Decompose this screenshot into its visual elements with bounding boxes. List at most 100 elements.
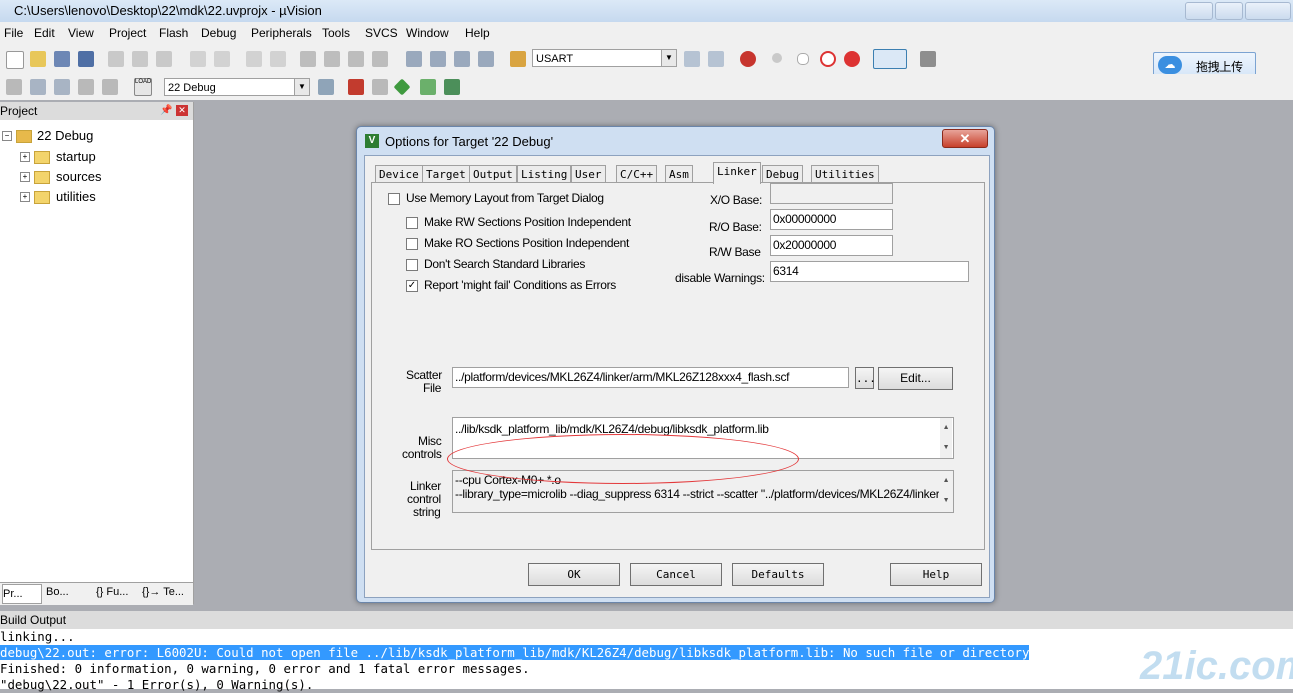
incremental-find-icon[interactable] — [708, 51, 724, 67]
configure-icon[interactable] — [920, 51, 936, 67]
tab-linker[interactable]: Linker — [713, 162, 761, 184]
find-combo[interactable]: USART ▼ — [532, 49, 677, 67]
stop-build-icon[interactable] — [102, 79, 118, 95]
maximize-button[interactable] — [1215, 2, 1243, 20]
download-icon[interactable]: LOAD — [134, 78, 152, 96]
tab-asm[interactable]: Asm — [665, 165, 693, 183]
tab-output[interactable]: Output — [469, 165, 517, 183]
group-utilities[interactable]: utilities — [56, 189, 96, 204]
new-file-icon[interactable] — [6, 51, 24, 69]
tab-debug[interactable]: Debug — [762, 165, 804, 183]
menu-edit[interactable]: Edit — [34, 26, 55, 40]
expand-icon[interactable]: + — [20, 192, 30, 202]
build-icon[interactable] — [30, 79, 46, 95]
expand-icon[interactable]: + — [20, 152, 30, 162]
open-folder-icon[interactable] — [30, 51, 46, 67]
nav-back-icon[interactable] — [246, 51, 262, 67]
undo-icon[interactable] — [190, 51, 206, 67]
tab-device[interactable]: Device — [375, 165, 423, 183]
menu-window[interactable]: Window — [406, 26, 449, 40]
bookmark-icon[interactable] — [300, 51, 316, 67]
expand-icon[interactable]: + — [20, 172, 30, 182]
help-button[interactable]: Help — [890, 563, 982, 586]
run-time-environment-icon[interactable] — [444, 79, 460, 95]
menu-view[interactable]: View — [68, 26, 94, 40]
pin-icon[interactable]: 📌 — [160, 102, 172, 120]
target-combo[interactable]: 22 Debug ▼ — [164, 78, 310, 96]
kill-all-breakpoints-icon[interactable] — [844, 51, 860, 67]
cancel-button[interactable]: Cancel — [630, 563, 722, 586]
find-icon[interactable] — [684, 51, 700, 67]
tab-project[interactable]: Pr... — [2, 584, 42, 604]
window-close-button[interactable] — [1245, 2, 1291, 20]
uncomment-icon[interactable] — [478, 51, 494, 67]
might-fail-checkbox[interactable]: ✓ — [406, 280, 418, 292]
use-memory-layout-checkbox[interactable] — [388, 193, 400, 205]
unindent-icon[interactable] — [430, 51, 446, 67]
ok-button[interactable]: OK — [528, 563, 620, 586]
save-icon[interactable] — [54, 51, 70, 67]
rw-base-input[interactable]: 0x20000000 — [770, 235, 893, 256]
manage-components-icon[interactable] — [348, 79, 364, 95]
menu-debug[interactable]: Debug — [201, 26, 236, 40]
close-icon[interactable]: ✕ — [176, 105, 188, 116]
breakpoint-icon[interactable] — [772, 53, 782, 63]
disable-breakpoint-icon[interactable] — [797, 53, 809, 65]
minimize-button[interactable] — [1185, 2, 1213, 20]
menu-project[interactable]: Project — [109, 26, 146, 40]
group-startup[interactable]: startup — [56, 149, 96, 164]
cut-icon[interactable] — [108, 51, 124, 67]
batch-build-icon[interactable] — [78, 79, 94, 95]
bookmark-next-icon[interactable] — [348, 51, 364, 67]
scatter-browse-button[interactable]: ... — [855, 367, 876, 389]
pack-installer-icon[interactable] — [393, 78, 411, 96]
disable-warnings-input[interactable]: 6314 — [770, 261, 969, 282]
ro-base-input[interactable]: 0x00000000 — [770, 209, 893, 230]
tab-functions[interactable]: {} Fu... — [96, 586, 128, 598]
debug-session-icon[interactable] — [740, 51, 756, 67]
dialog-close-button[interactable]: ✕ — [942, 129, 988, 148]
save-all-icon[interactable] — [78, 51, 94, 67]
nav-forward-icon[interactable] — [270, 51, 286, 67]
ro-independent-checkbox[interactable] — [406, 238, 418, 250]
comment-icon[interactable] — [454, 51, 470, 67]
manage-project-items-icon[interactable] — [372, 79, 388, 95]
tab-user[interactable]: User — [571, 165, 606, 183]
bookmark-prev-icon[interactable] — [324, 51, 340, 67]
menu-flash[interactable]: Flash — [159, 26, 188, 40]
rw-independent-checkbox[interactable] — [406, 217, 418, 229]
target-options-icon[interactable] — [318, 79, 334, 95]
tab-books[interactable]: Bo... — [46, 586, 69, 598]
build-output[interactable]: linking... debug\22.out: error: L6002U: … — [0, 629, 1293, 692]
scrollbar[interactable]: ▲ ▼ — [940, 471, 952, 512]
window-layout-icon[interactable] — [873, 49, 907, 69]
scatter-edit-button[interactable]: Edit... — [878, 367, 953, 390]
bookmark-clear-icon[interactable] — [372, 51, 388, 67]
collapse-icon[interactable]: − — [2, 131, 12, 141]
rebuild-icon[interactable] — [54, 79, 70, 95]
paste-icon[interactable] — [156, 51, 172, 67]
defaults-button[interactable]: Defaults — [732, 563, 824, 586]
tab-listing[interactable]: Listing — [517, 165, 572, 183]
tab-target[interactable]: Target — [422, 165, 470, 183]
copy-icon[interactable] — [132, 51, 148, 67]
tab-utilities[interactable]: Utilities — [811, 165, 879, 183]
indent-icon[interactable] — [406, 51, 422, 67]
no-std-libs-checkbox[interactable] — [406, 259, 418, 271]
scatter-file-input[interactable]: ../platform/devices/MKL26Z4/linker/arm/M… — [452, 367, 849, 388]
menu-tools[interactable]: Tools — [322, 26, 350, 40]
find-in-files-icon[interactable] — [510, 51, 526, 67]
kill-breakpoints-icon[interactable] — [820, 51, 836, 67]
menu-help[interactable]: Help — [465, 26, 490, 40]
menu-file[interactable]: File — [4, 26, 23, 40]
group-sources[interactable]: sources — [56, 169, 102, 184]
menu-peripherals[interactable]: Peripherals — [251, 26, 312, 40]
tab-cpp[interactable]: C/C++ — [616, 165, 658, 183]
translate-icon[interactable] — [6, 79, 22, 95]
select-packs-icon[interactable] — [420, 79, 436, 95]
menu-svcs[interactable]: SVCS — [365, 26, 398, 40]
redo-icon[interactable] — [214, 51, 230, 67]
scrollbar[interactable]: ▲ ▼ — [940, 418, 952, 458]
tab-templates[interactable]: {}→ Te... — [142, 586, 184, 598]
project-root[interactable]: 22 Debug — [37, 128, 93, 143]
